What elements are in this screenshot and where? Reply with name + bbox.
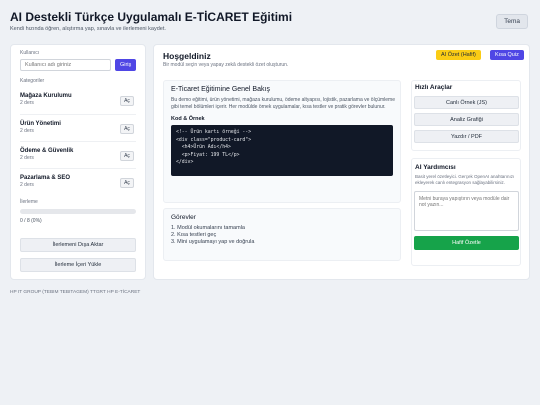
category-lesson-count: 2 ders [20, 155, 34, 161]
category-list: Mağaza Kurulumu 2 ders Aç Ürün Yönetimi … [20, 87, 136, 195]
categories-label: Kategoriler [20, 78, 45, 84]
code-block: <!-- Ürün kartı örneği --> <div class="p… [171, 125, 393, 176]
category-item-odeme-guvenlik: Ödeme & Güvenlik 2 ders Aç [20, 141, 136, 168]
theme-toggle-button[interactable]: Tema [496, 14, 528, 29]
category-lesson-count: 2 ders [20, 128, 34, 134]
tasks-card: Görevler 1. Modül okumalarını tamamla 2.… [163, 208, 401, 261]
quiz-button[interactable]: Kısa Quiz [490, 50, 524, 60]
progress-bar [20, 209, 136, 214]
category-lesson-count: 2 ders [20, 100, 34, 106]
ai-text-input[interactable] [414, 191, 519, 231]
code-line: <p>Fiyat: 199 TL</p> [176, 152, 240, 158]
live-example-button[interactable]: Canlı Örnek (JS) [414, 96, 519, 109]
import-progress-button[interactable]: İlerleme İçeri Yükle [20, 258, 136, 272]
analysis-chart-button[interactable]: Analiz Grafiği [414, 113, 519, 126]
ai-summary-button[interactable]: AI Özet (Hafif) [436, 50, 481, 60]
ai-assistant-card: AI Yardımcısı Basit yerel özetleyici. Ge… [411, 158, 521, 266]
category-name: Mağaza Kurulumu [20, 93, 72, 99]
task-list: 1. Modül okumalarını tamamla 2. Kısa tes… [171, 225, 393, 246]
print-pdf-button[interactable]: Yazdır / PDF [414, 130, 519, 143]
main-panel: Hoşgeldiniz Bir modül seçin veya yapay z… [153, 44, 530, 280]
category-lesson-count: 2 ders [20, 182, 34, 188]
welcome-title: Hoşgeldiniz [163, 51, 211, 61]
ai-assistant-title: AI Yardımcısı [415, 164, 456, 171]
task-item: 3. Mini uygulamayı yap ve doğrula [171, 239, 255, 245]
content-description: Bu demo eğitimi, ürün yönetimi, mağaza k… [171, 97, 395, 110]
app-subtitle: Kendi hızında öğren, alıştırma yap, sına… [10, 26, 166, 32]
app-title: AI Destekli Türkçe Uygulamalı E-TİCARET … [10, 10, 293, 24]
category-open-button[interactable]: Aç [120, 96, 134, 106]
footer-text: HP IT GROUP (TEBIM TEBITAGEM) TTGRT HP E… [10, 290, 141, 295]
progress-label: İlerleme [20, 199, 38, 205]
quick-tools-card: Hızlı Araçlar Canlı Örnek (JS) Analiz Gr… [411, 80, 521, 151]
code-line: </div> [176, 160, 194, 165]
content-card: E-Ticaret Eğitimine Genel Bakış Bu demo … [163, 80, 401, 203]
tasks-title: Görevler [171, 214, 196, 221]
light-summarize-button[interactable]: Hafif Özetle [414, 236, 519, 250]
task-item: 2. Kısa testleri geç [171, 232, 217, 238]
category-name: Ürün Yönetimi [20, 121, 61, 127]
category-open-button[interactable]: Aç [120, 178, 134, 188]
content-title: E-Ticaret Eğitimine Genel Bakış [171, 86, 270, 93]
sidebar: Kullanıcı Giriş Kategoriler Mağaza Kurul… [10, 44, 146, 280]
category-item-urun-yonetimi: Ürün Yönetimi 2 ders Aç [20, 114, 136, 141]
category-item-magaza-kurulumu: Mağaza Kurulumu 2 ders Aç [20, 87, 136, 114]
code-line: <div class="product-card"> [176, 137, 252, 143]
category-name: Ödeme & Güvenlik [20, 148, 74, 154]
quick-tools-title: Hızlı Araçlar [415, 84, 453, 91]
page-header: AI Destekli Türkçe Uygulamalı E-TİCARET … [10, 10, 530, 36]
welcome-subtitle: Bir modül seçin veya yapay zekâ destekli… [163, 62, 289, 68]
task-item: 1. Modül okumalarını tamamla [171, 225, 245, 231]
user-label: Kullanıcı [20, 50, 40, 56]
category-name: Pazarlama & SEO [20, 175, 71, 181]
export-progress-button[interactable]: İlerlemeni Dışa Aktar [20, 238, 136, 252]
login-row: Giriş [20, 59, 136, 71]
category-open-button[interactable]: Aç [120, 124, 134, 134]
code-heading: Kod & Örnek [171, 116, 205, 122]
ai-assistant-description: Basit yerel özetleyici. Gerçek OpenAI an… [415, 174, 515, 185]
username-input[interactable] [20, 59, 112, 71]
category-open-button[interactable]: Aç [120, 151, 134, 161]
progress-text: 0 / 8 (0%) [20, 218, 42, 224]
login-button[interactable]: Giriş [115, 59, 136, 71]
category-item-pazarlama-seo: Pazarlama & SEO 2 ders Aç [20, 168, 136, 195]
code-line: <!-- Ürün kartı örneği --> [176, 130, 252, 135]
code-line: <h4>Ürün Adı</h4> [176, 145, 231, 150]
